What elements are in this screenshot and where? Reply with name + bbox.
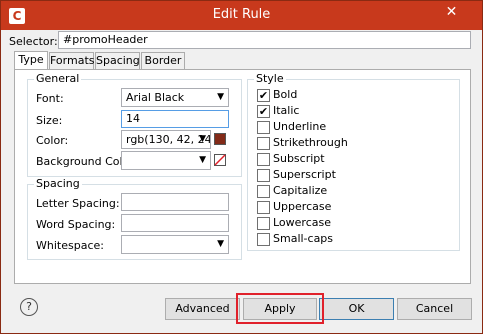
style-checkbox-italic[interactable]: ✔ <box>257 105 270 118</box>
close-button[interactable]: ✕ <box>429 2 474 22</box>
letter-spacing-input[interactable] <box>121 193 229 211</box>
style-checkbox-label: Small-caps <box>273 232 334 245</box>
title-bar: C Edit Rule ✕ <box>1 1 482 30</box>
edit-rule-dialog: C Edit Rule ✕ Selector: #promoHeader Typ… <box>0 0 483 334</box>
size-label: Size: <box>36 114 63 127</box>
general-group-title: General <box>34 72 82 85</box>
ok-button[interactable]: OK <box>319 298 394 320</box>
type-tab-panel: General Font: Arial Black ▼ Size: 14 Col… <box>14 69 471 284</box>
advanced-button[interactable]: Advanced <box>165 298 240 320</box>
chevron-down-icon: ▼ <box>199 155 206 165</box>
color-swatch[interactable] <box>214 133 226 145</box>
chevron-down-icon: ▼ <box>217 239 224 249</box>
checkmark-icon: ✔ <box>258 89 269 102</box>
style-checkbox-label: Italic <box>273 104 300 117</box>
style-checkbox-label: Underline <box>273 120 327 133</box>
style-checkbox-uppercase[interactable] <box>257 201 270 214</box>
cancel-button[interactable]: Cancel <box>397 298 472 320</box>
style-group-title: Style <box>254 72 286 85</box>
word-spacing-label: Word Spacing: <box>36 218 116 231</box>
style-checkbox-capitalize[interactable] <box>257 185 270 198</box>
style-checkbox-label: Bold <box>273 88 298 101</box>
selector-input[interactable]: #promoHeader <box>58 31 471 49</box>
font-select[interactable]: Arial Black ▼ <box>121 88 229 107</box>
tab-border[interactable]: Border <box>141 52 185 69</box>
style-checkbox-bold[interactable]: ✔ <box>257 89 270 102</box>
style-checkbox-label: Strikethrough <box>273 136 348 149</box>
color-select[interactable]: rgb(130, 42, 24) ▼ <box>121 130 211 149</box>
font-label: Font: <box>36 92 64 105</box>
style-checkbox-strikethrough[interactable] <box>257 137 270 150</box>
tab-formats[interactable]: Formats <box>49 52 95 69</box>
style-checkbox-lowercase[interactable] <box>257 217 270 230</box>
tab-spacing[interactable]: Spacing <box>95 52 140 69</box>
size-input[interactable]: 14 <box>121 110 229 128</box>
style-checkbox-label: Uppercase <box>273 200 332 213</box>
style-checkbox-small-caps[interactable] <box>257 233 270 246</box>
apply-highlight-box <box>236 293 324 324</box>
style-checkbox-label: Capitalize <box>273 184 328 197</box>
whitespace-label: Whitespace: <box>36 239 104 252</box>
checkmark-icon: ✔ <box>258 105 269 118</box>
chevron-down-icon: ▼ <box>199 134 206 144</box>
style-checkbox-subscript[interactable] <box>257 153 270 166</box>
no-color-swatch-icon[interactable] <box>214 154 226 166</box>
window-title: Edit Rule <box>212 7 271 22</box>
style-checkbox-label: Superscript <box>273 168 336 181</box>
word-spacing-input[interactable] <box>121 214 229 232</box>
style-checkbox-superscript[interactable] <box>257 169 270 182</box>
selector-label: Selector: <box>9 35 58 48</box>
background-color-select[interactable]: ▼ <box>121 151 211 170</box>
help-icon[interactable]: ? <box>20 298 38 316</box>
chevron-down-icon: ▼ <box>217 92 224 102</box>
font-select-value: Arial Black <box>126 91 185 104</box>
style-checkbox-label: Subscript <box>273 152 325 165</box>
style-checkbox-underline[interactable] <box>257 121 270 134</box>
whitespace-select[interactable]: ▼ <box>121 235 229 254</box>
color-label: Color: <box>36 134 69 147</box>
spacing-group-title: Spacing <box>34 177 82 190</box>
style-checkbox-label: Lowercase <box>273 216 331 229</box>
tab-type[interactable]: Type <box>14 51 48 70</box>
letter-spacing-label: Letter Spacing: <box>36 197 120 210</box>
